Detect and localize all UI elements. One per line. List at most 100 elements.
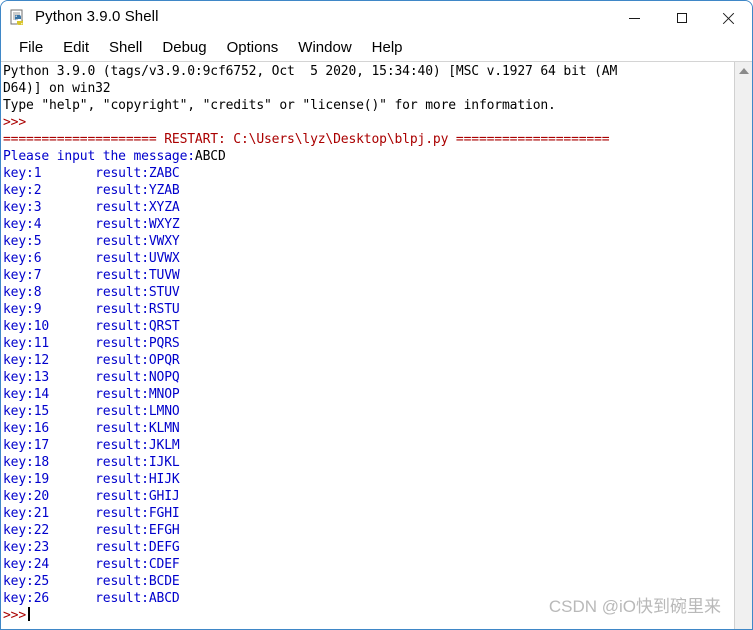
result-key: key:5 [3,234,42,249]
result-key: key:19 [3,472,50,487]
maximize-icon [676,13,687,23]
restart-text: ==================== RESTART: C:\Users\l… [3,132,610,147]
result-gap [49,574,95,589]
result-key: key:20 [3,489,50,504]
result-row: key:19 result:HIJK [3,471,734,488]
result-row: key:10 result:QRST [3,318,734,335]
result-value: result:XYZA [95,200,180,215]
title-bar[interactable]: Python 3.9.0 Shell [1,1,752,35]
result-value: result:GHIJ [95,489,180,504]
close-icon [722,12,735,25]
banner-text: D64)] on win32 [3,81,111,96]
result-row: key:1 result:ZABC [3,165,734,182]
menu-bar: File Edit Shell Debug Options Window Hel… [1,35,752,62]
result-value: result:IJKL [95,455,180,470]
result-value: result:LMNO [95,404,180,419]
result-value: result:JKLM [95,438,180,453]
result-key: key:23 [3,540,50,555]
prompt-line: >>> [3,114,734,131]
result-gap [41,183,95,198]
result-key: key:24 [3,557,50,572]
prompt-marker: >>> [3,608,27,623]
result-key: key:7 [3,268,42,283]
result-gap [49,319,95,334]
menu-item-shell[interactable]: Shell [99,37,152,59]
result-row: key:8 result:STUV [3,284,734,301]
result-row: key:21 result:FGHI [3,505,734,522]
result-row: key:4 result:WXYZ [3,216,734,233]
minimize-button[interactable] [611,1,658,35]
maximize-button[interactable] [658,1,705,35]
result-gap [41,251,95,266]
banner-line: Python 3.9.0 (tags/v3.9.0:9cf6752, Oct 5… [3,63,734,80]
result-key: key:1 [3,166,42,181]
window-controls [611,1,752,35]
result-key: key:2 [3,183,42,198]
shell-output-area[interactable]: Python 3.9.0 (tags/v3.9.0:9cf6752, Oct 5… [1,62,734,629]
shell-body: Python 3.9.0 (tags/v3.9.0:9cf6752, Oct 5… [1,62,752,629]
result-value: result:BCDE [95,574,180,589]
result-gap [41,166,95,181]
result-value: result:STUV [95,285,180,300]
result-key: key:14 [3,387,50,402]
result-gap [49,557,95,572]
banner-line: Type "help", "copyright", "credits" or "… [3,97,734,114]
result-value: result:VWXY [95,234,180,249]
result-gap [49,455,95,470]
result-gap [49,438,95,453]
result-gap [49,540,95,555]
result-key: key:21 [3,506,50,521]
result-row: key:24 result:CDEF [3,556,734,573]
result-value: result:ABCD [95,591,180,606]
menu-item-edit[interactable]: Edit [53,37,99,59]
result-value: result:WXYZ [95,217,180,232]
menu-item-debug[interactable]: Debug [152,37,216,59]
result-key: key:13 [3,370,50,385]
result-gap [49,404,95,419]
result-gap [49,370,95,385]
result-value: result:TUVW [95,268,180,283]
result-key: key:6 [3,251,42,266]
result-row: key:12 result:OPQR [3,352,734,369]
result-gap [49,489,95,504]
result-key: key:4 [3,217,42,232]
minimize-icon [629,17,640,19]
result-gap [49,523,95,538]
triangle-up-icon[interactable] [739,68,749,74]
result-value: result:UVWX [95,251,180,266]
input-prompt-line: Please input the message:ABCD [3,148,734,165]
result-key: key:3 [3,200,42,215]
close-button[interactable] [705,1,752,35]
result-gap [41,268,95,283]
vertical-scrollbar[interactable] [734,62,752,629]
result-value: result:NOPQ [95,370,180,385]
result-value: result:ZABC [95,166,180,181]
result-key: key:22 [3,523,50,538]
banner-text: Python 3.9.0 (tags/v3.9.0:9cf6752, Oct 5… [3,64,618,79]
result-row: key:3 result:XYZA [3,199,734,216]
input-prompt-label: Please input the message: [3,149,195,164]
menu-item-window[interactable]: Window [288,37,361,59]
menu-item-file[interactable]: File [9,37,53,59]
result-gap [41,200,95,215]
result-key: key:12 [3,353,50,368]
result-row: key:7 result:TUVW [3,267,734,284]
menu-item-help[interactable]: Help [362,37,413,59]
result-value: result:PQRS [95,336,180,351]
result-value: result:QRST [95,319,180,334]
result-key: key:11 [3,336,50,351]
result-value: result:FGHI [95,506,180,521]
result-row: key:26 result:ABCD [3,590,734,607]
result-row: key:6 result:UVWX [3,250,734,267]
text-cursor [28,607,31,621]
result-row: key:2 result:YZAB [3,182,734,199]
result-row: key:15 result:LMNO [3,403,734,420]
prompt-line: >>> [3,607,734,624]
result-row: key:16 result:KLMN [3,420,734,437]
python-idle-icon [10,9,28,27]
result-key: key:16 [3,421,50,436]
menu-item-options[interactable]: Options [217,37,289,59]
result-value: result:RSTU [95,302,180,317]
result-key: key:15 [3,404,50,419]
result-row: key:23 result:DEFG [3,539,734,556]
